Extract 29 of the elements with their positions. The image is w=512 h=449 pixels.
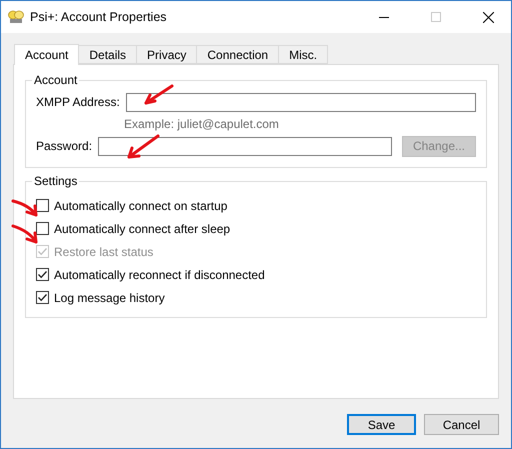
dialog-button[interactable]: Cancel bbox=[424, 414, 499, 435]
checkbox-label: Automatically connect on startup bbox=[54, 198, 228, 212]
lightbulbs-icon bbox=[8, 10, 24, 24]
checkbox[interactable] bbox=[36, 222, 49, 235]
checkbox-label: Automatically reconnect if disconnected bbox=[54, 268, 265, 282]
dialog-button[interactable]: Save bbox=[347, 414, 416, 435]
annotation-arrow bbox=[11, 223, 39, 245]
tab[interactable]: Connection bbox=[197, 45, 280, 64]
field-label: XMPP Address: bbox=[36, 95, 120, 109]
xmpp-address-field[interactable] bbox=[126, 92, 476, 112]
tab[interactable]: Account bbox=[14, 44, 80, 65]
tab[interactable]: Privacy bbox=[137, 45, 198, 64]
field-label: Password: bbox=[36, 139, 92, 153]
group-title: Account bbox=[33, 73, 78, 87]
password-field[interactable] bbox=[98, 136, 392, 156]
group-title: Settings bbox=[33, 174, 78, 188]
annotation-arrow bbox=[11, 199, 39, 219]
window-title: Psi+: Account Properties bbox=[30, 10, 168, 24]
checkbox-label: Restore last status bbox=[54, 244, 154, 258]
checkbox[interactable] bbox=[36, 268, 49, 281]
tab[interactable]: Details bbox=[79, 45, 138, 64]
checkbox-label: Log message history bbox=[54, 290, 165, 304]
close-icon[interactable] bbox=[482, 12, 494, 22]
annotation-arrow bbox=[125, 134, 160, 160]
tab[interactable]: Misc. bbox=[279, 45, 328, 64]
checkbox-label: Automatically connect after sleep bbox=[54, 222, 230, 236]
checkbox[interactable] bbox=[36, 199, 49, 212]
checkbox[interactable] bbox=[36, 291, 49, 304]
example-hint: Example: juliet@capulet.com bbox=[123, 116, 280, 133]
